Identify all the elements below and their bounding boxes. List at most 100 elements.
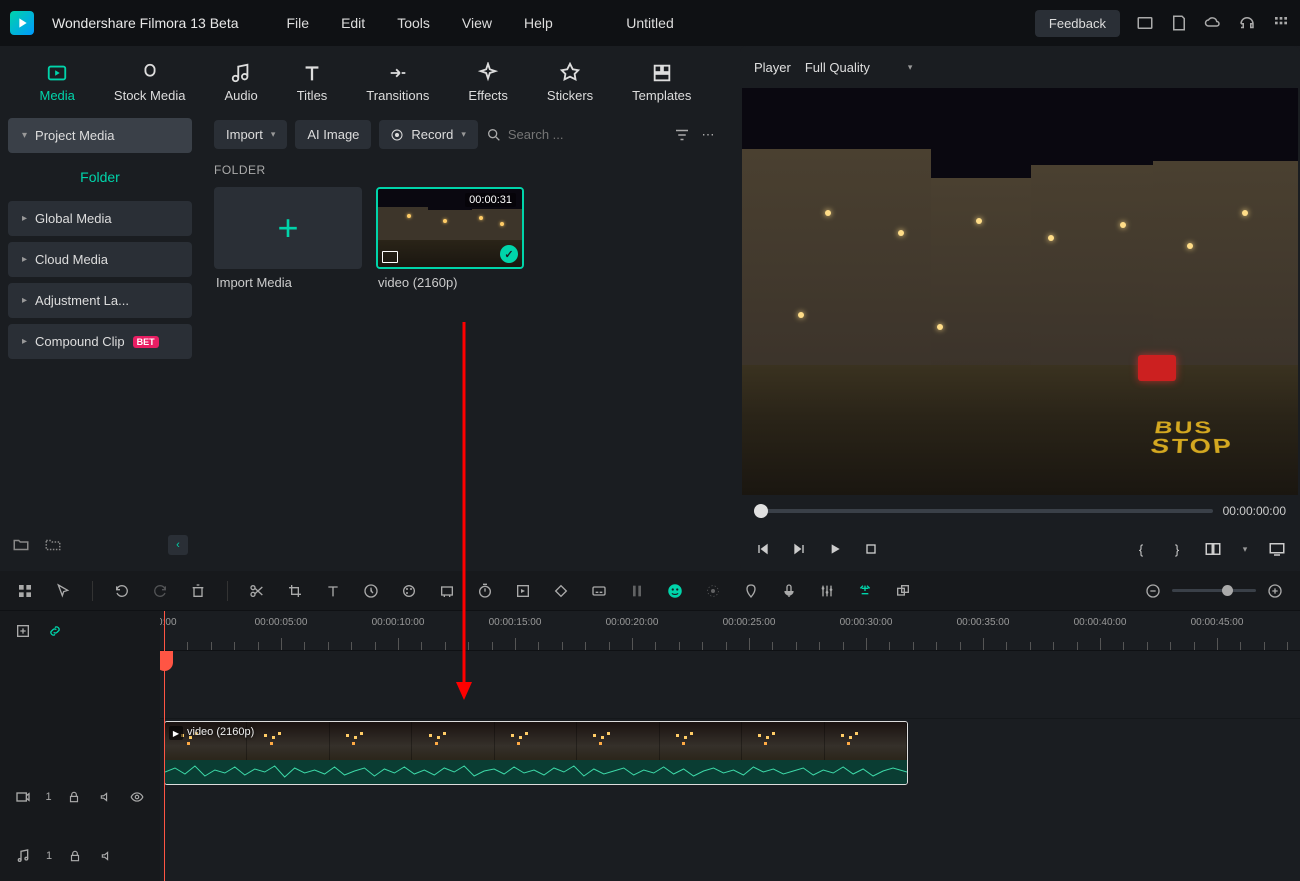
search-input[interactable]	[508, 127, 598, 142]
timecode: 00:00:00:00	[1223, 504, 1286, 518]
timer-icon[interactable]	[476, 582, 494, 600]
folder-label[interactable]: Folder	[8, 159, 192, 195]
menu-tools[interactable]: Tools	[397, 15, 430, 31]
menu-view[interactable]: View	[462, 15, 492, 31]
titles-icon	[301, 62, 323, 84]
sidebar-adjustment-layer[interactable]: ▸Adjustment La...	[8, 283, 192, 318]
media-content: Import▾ AI Image Record▾ ⋯ FOLDER + Impo…	[200, 110, 731, 571]
sidebar-compound-clip[interactable]: ▸Compound ClipBET	[8, 324, 192, 359]
menu-edit[interactable]: Edit	[341, 15, 365, 31]
track-icon[interactable]	[514, 582, 532, 600]
select-tool-icon[interactable]	[54, 582, 72, 600]
grid-icon[interactable]	[1272, 14, 1290, 32]
scrub-track[interactable]	[754, 509, 1213, 513]
sidebar-global-media[interactable]: ▸Global Media	[8, 201, 192, 236]
prev-frame-icon[interactable]	[754, 540, 772, 558]
video-clip-tile[interactable]: 00:00:31 ✓	[376, 187, 524, 269]
marker-icon[interactable]	[742, 582, 760, 600]
zoom-out-icon[interactable]	[1144, 582, 1162, 600]
save-icon[interactable]	[1170, 14, 1188, 32]
undo-icon[interactable]	[113, 582, 131, 600]
zoom-slider[interactable]	[1172, 589, 1256, 592]
more-icon[interactable]: ⋯	[699, 126, 717, 144]
audio-icon	[230, 62, 252, 84]
clip-name: video (2160p)	[187, 726, 254, 738]
feedback-button[interactable]: Feedback	[1035, 10, 1120, 37]
stickers-icon	[559, 62, 581, 84]
tab-stock-media[interactable]: Stock Media	[106, 58, 194, 107]
tab-effects[interactable]: Effects	[460, 58, 516, 107]
ai-icon[interactable]	[666, 582, 684, 600]
color-icon[interactable]	[400, 582, 418, 600]
mic-icon[interactable]	[780, 582, 798, 600]
compare-icon[interactable]	[1204, 540, 1222, 558]
video-track-icon[interactable]	[14, 788, 31, 806]
preview-viewport[interactable]: BUSSTOP	[742, 88, 1298, 495]
compare-dropdown-icon[interactable]: ▾	[1240, 540, 1250, 558]
new-folder-icon[interactable]	[12, 536, 30, 554]
templates-icon	[651, 62, 673, 84]
layout-icon[interactable]	[1136, 14, 1154, 32]
tab-media[interactable]: Media	[32, 58, 83, 107]
mute-icon[interactable]	[97, 788, 114, 806]
sidebar-project-media[interactable]: ▾Project Media	[8, 118, 192, 153]
stop-icon[interactable]	[862, 540, 880, 558]
sidebar-cloud-media[interactable]: ▸Cloud Media	[8, 242, 192, 277]
folder-link-icon[interactable]	[44, 536, 62, 554]
record-button[interactable]: Record▾	[379, 120, 477, 149]
tab-transitions[interactable]: Transitions	[358, 58, 437, 107]
preview-panel: Player Full Quality▾ BUSSTOP 00:00:00:00	[740, 46, 1300, 571]
link-icon[interactable]	[46, 622, 64, 640]
play-forward-icon[interactable]	[790, 540, 808, 558]
keyframe-icon[interactable]	[552, 582, 570, 600]
mark-in-icon[interactable]: {	[1132, 540, 1150, 558]
audio-track[interactable]	[160, 787, 1300, 837]
crop-icon[interactable]	[286, 582, 304, 600]
ai-image-button[interactable]: AI Image	[295, 120, 371, 149]
subtitle-icon[interactable]	[590, 582, 608, 600]
text-icon[interactable]	[324, 582, 342, 600]
menu-help[interactable]: Help	[524, 15, 553, 31]
stock-icon	[139, 62, 161, 84]
eye-icon[interactable]	[129, 788, 146, 806]
document-title: Untitled	[626, 15, 673, 31]
magnet-icon[interactable]	[856, 582, 874, 600]
adjust-icon[interactable]	[438, 582, 456, 600]
import-button[interactable]: Import▾	[214, 120, 287, 149]
delete-icon[interactable]	[189, 582, 207, 600]
scrub-head[interactable]	[754, 504, 768, 518]
mark-out-icon[interactable]: }	[1168, 540, 1186, 558]
audio-track-icon[interactable]	[14, 847, 32, 865]
apps-icon[interactable]	[16, 582, 34, 600]
mixer-icon[interactable]	[818, 582, 836, 600]
import-media-tile[interactable]: +	[214, 187, 362, 269]
playhead[interactable]	[164, 611, 165, 881]
timeline-clip[interactable]: ▶ video (2160p)	[164, 721, 908, 785]
tab-audio[interactable]: Audio	[216, 58, 265, 107]
empty-track[interactable]	[160, 651, 1300, 719]
lock-icon[interactable]	[66, 788, 83, 806]
render-icon[interactable]	[628, 582, 646, 600]
speed-icon[interactable]	[362, 582, 380, 600]
split-icon[interactable]	[248, 582, 266, 600]
fullscreen-icon[interactable]	[1268, 540, 1286, 558]
timeline-ruler[interactable]: 00:0000:00:05:0000:00:10:0000:00:15:0000…	[160, 611, 1300, 651]
video-track[interactable]: ▶ video (2160p)	[160, 719, 1300, 787]
headset-icon[interactable]	[1238, 14, 1256, 32]
group-icon[interactable]	[894, 582, 912, 600]
lock-audio-icon[interactable]	[66, 847, 84, 865]
filter-icon[interactable]	[673, 126, 691, 144]
redo-icon[interactable]	[151, 582, 169, 600]
tab-titles[interactable]: Titles	[289, 58, 336, 107]
menu-file[interactable]: File	[287, 15, 310, 31]
zoom-in-icon[interactable]	[1266, 582, 1284, 600]
tab-stickers[interactable]: Stickers	[539, 58, 601, 107]
effects-tl-icon[interactable]	[704, 582, 722, 600]
mute-audio-icon[interactable]	[98, 847, 116, 865]
quality-select[interactable]: Full Quality▾	[805, 60, 913, 75]
add-track-icon[interactable]	[14, 622, 32, 640]
collapse-sidebar-button[interactable]: ‹	[168, 535, 188, 555]
play-icon[interactable]	[826, 540, 844, 558]
cloud-icon[interactable]	[1204, 14, 1222, 32]
tab-templates[interactable]: Templates	[624, 58, 699, 107]
